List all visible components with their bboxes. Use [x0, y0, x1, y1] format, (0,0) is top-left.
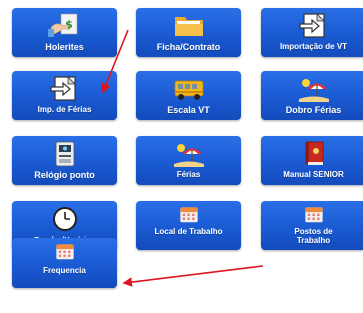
tile-label: Ficha/Contrato — [156, 42, 221, 52]
tile-label: Postos de Trabalho — [294, 227, 333, 245]
beach-umbrella-icon — [298, 79, 329, 102]
bus-icon — [174, 80, 203, 100]
tile-ficha-contrato[interactable]: Ficha/Contrato — [136, 8, 241, 57]
tile-escala-vt[interactable]: Escala VT — [136, 71, 241, 120]
payslip-money-icon: $ — [47, 13, 77, 37]
tile-label: Dobro Férias — [285, 105, 342, 115]
book-icon — [305, 141, 323, 165]
tile-manual-senior[interactable]: Manual SENIOR — [261, 136, 363, 185]
tile-importacao-vt[interactable]: Importação de VT — [261, 8, 363, 57]
tile-label: Importação de VT — [279, 42, 348, 51]
tile-frequencia[interactable]: Frequencia — [12, 238, 117, 288]
tile-holerites[interactable]: $ Holerites — [12, 8, 117, 57]
tile-dobro-ferias[interactable]: Dobro Férias — [261, 71, 363, 120]
calendar-icon — [304, 207, 323, 223]
folder-icon — [174, 17, 203, 36]
tile-label: Escala VT — [167, 105, 210, 115]
tile-label: Local de Trabalho — [154, 227, 223, 236]
beach-umbrella-icon — [173, 144, 204, 167]
tile-label: Manual SENIOR — [283, 170, 344, 179]
tile-local-trabalho[interactable]: Local de Trabalho — [136, 201, 241, 250]
tile-label: Férias — [176, 170, 201, 179]
tile-label: Holerites — [45, 42, 84, 52]
tile-label: Imp. de Férias — [37, 105, 92, 114]
tile-ferias[interactable]: Férias — [136, 136, 241, 185]
tile-label: Frequencia — [43, 266, 86, 275]
clock-icon — [52, 207, 77, 231]
arrow-to-frequencia — [122, 265, 264, 287]
tile-relogio-ponto[interactable]: Relógio ponto — [12, 136, 117, 185]
time-clock-icon — [55, 141, 74, 167]
import-arrow-icon — [49, 76, 76, 101]
tile-postos-trabalho[interactable]: Postos de Trabalho — [261, 201, 363, 250]
calendar-icon — [179, 207, 198, 223]
tile-imp-ferias[interactable]: Imp. de Férias — [12, 71, 117, 120]
tile-label: Relógio ponto — [34, 170, 95, 180]
import-arrow-icon — [298, 13, 325, 38]
calendar-icon — [55, 244, 74, 260]
